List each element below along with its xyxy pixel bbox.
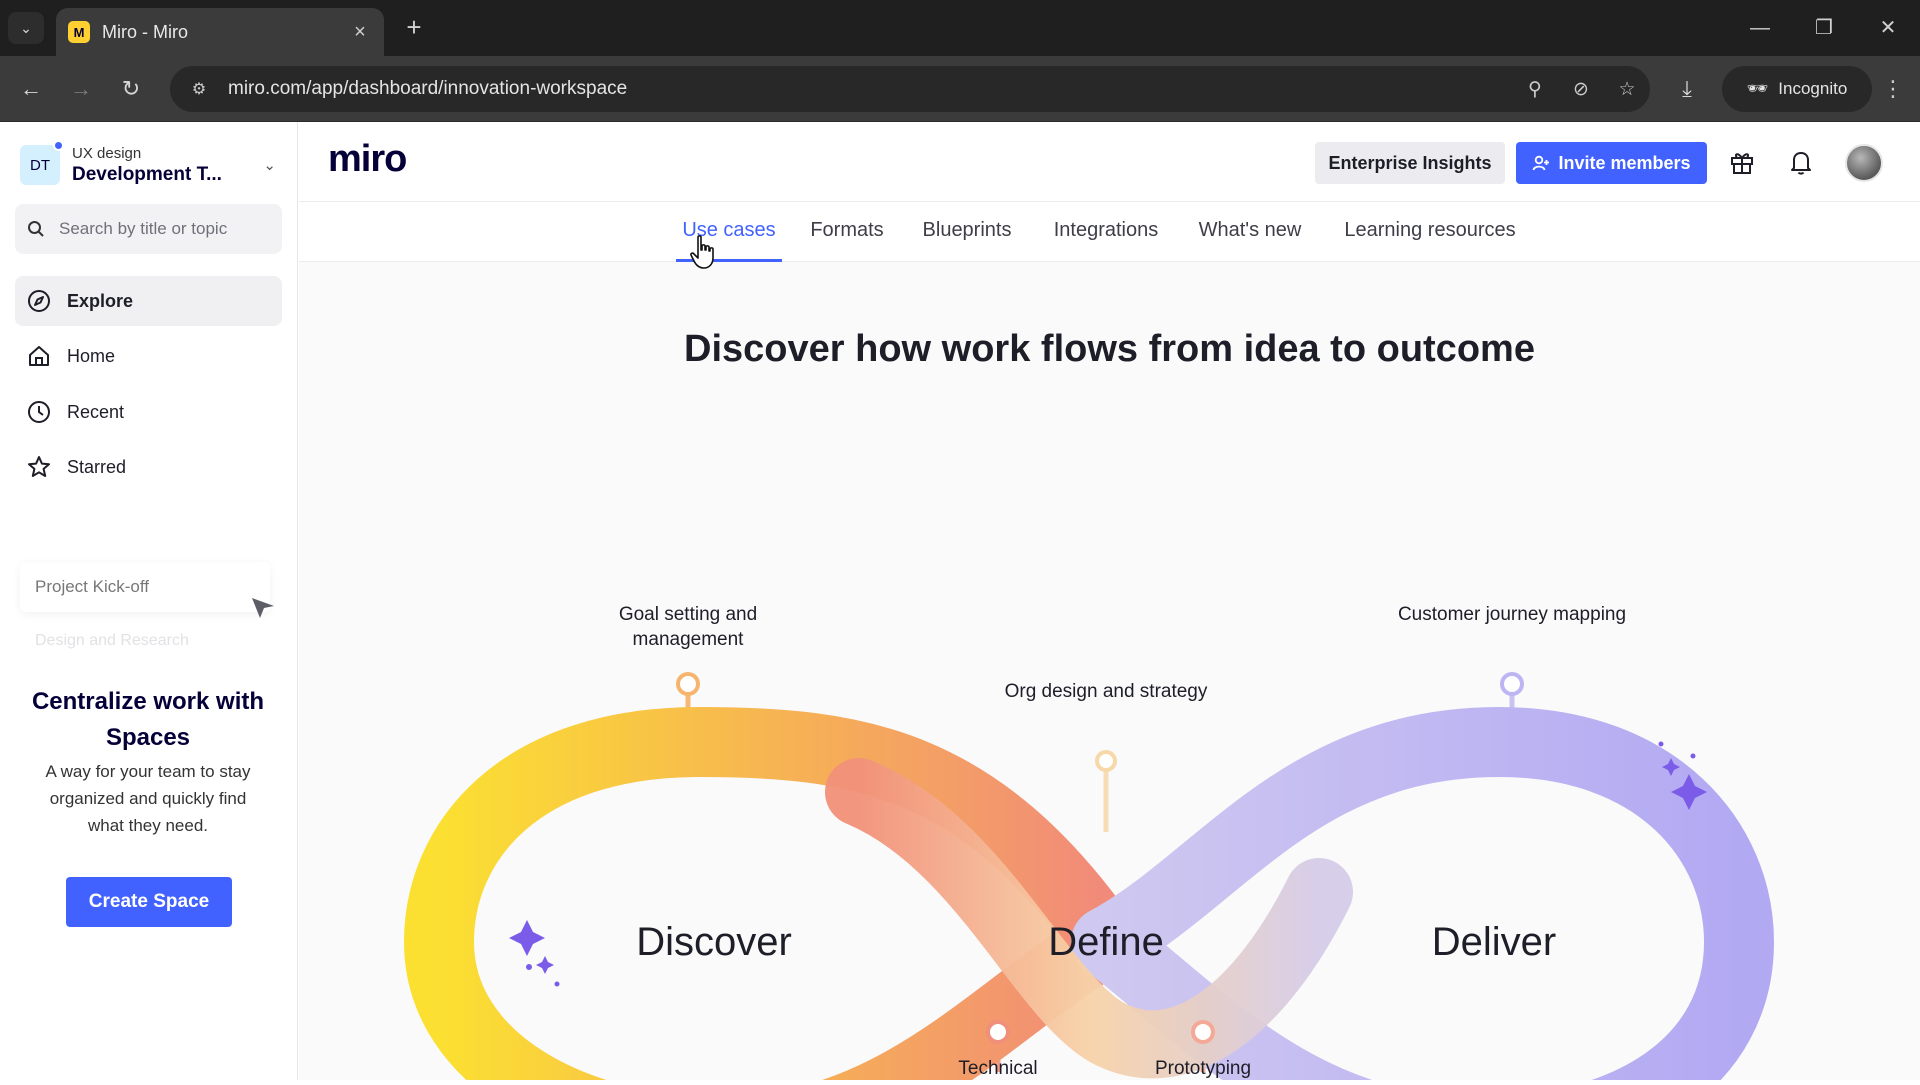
- use-case-prototyping[interactable]: Prototyping: [1133, 1056, 1273, 1081]
- preview-card: Project Kick-off: [20, 562, 270, 612]
- add-user-icon: [1533, 155, 1550, 171]
- cursor-arrow-icon: [252, 598, 274, 618]
- workspace-switcher[interactable]: DT UX design Development T... ⌄: [20, 138, 276, 192]
- use-case-goal-setting[interactable]: Goal setting and management: [578, 602, 798, 652]
- workspace-org: UX design: [72, 144, 142, 162]
- enterprise-insights-button[interactable]: Enterprise Insights: [1315, 142, 1505, 184]
- tab-title: Miro - Miro: [102, 21, 188, 42]
- browser-toolbar: ← → ↻ ⚙ miro.com/app/dashboard/innovatio…: [0, 56, 1920, 122]
- sidebar-item-home[interactable]: Home: [15, 331, 282, 381]
- reload-icon[interactable]: ↻: [114, 72, 148, 106]
- stage-deliver: Deliver: [1431, 920, 1557, 964]
- notification-dot: [53, 140, 64, 151]
- stage-discover: Discover: [636, 920, 792, 964]
- use-case-org-design[interactable]: Org design and strategy: [996, 679, 1216, 704]
- explore-subnav: Use cases Formats Blueprints Integration…: [299, 202, 1920, 262]
- tab-formats[interactable]: Formats: [804, 202, 890, 262]
- infinity-loop-graphic: [403, 672, 1775, 1085]
- tab-blueprints[interactable]: Blueprints: [912, 202, 1022, 262]
- site-settings-icon[interactable]: ⚙: [186, 79, 212, 99]
- bell-icon[interactable]: [1783, 144, 1819, 180]
- hand-pointer-icon: [690, 235, 714, 269]
- sidebar-item-label: Explore: [67, 290, 134, 311]
- download-icon[interactable]: ⤓: [1670, 72, 1704, 106]
- new-tab-plus-icon[interactable]: +: [398, 12, 430, 44]
- compass-icon: [25, 287, 53, 315]
- create-space-button[interactable]: Create Space: [66, 877, 232, 927]
- main-content: miro Enterprise Insights Invite members …: [299, 122, 1920, 1085]
- address-bar[interactable]: ⚙ miro.com/app/dashboard/innovation-work…: [170, 66, 1650, 112]
- workflow-infinity-diagram: Goal setting and management Org design a…: [299, 372, 1920, 1085]
- zoom-icon[interactable]: ⚲: [1512, 78, 1558, 101]
- tab-whats-new[interactable]: What's new: [1190, 202, 1310, 262]
- gift-icon[interactable]: [1724, 144, 1760, 180]
- clock-icon: [25, 398, 53, 426]
- url-text[interactable]: miro.com/app/dashboard/innovation-worksp…: [228, 78, 1512, 100]
- tab-search-button[interactable]: ⌄: [8, 12, 44, 44]
- workspace-avatar: DT: [20, 140, 64, 185]
- sidebar-item-label: Home: [67, 345, 116, 366]
- tab-learning-resources[interactable]: Learning resources: [1332, 202, 1528, 262]
- forward-arrow-icon[interactable]: →: [64, 72, 98, 106]
- tab-close-icon[interactable]: ×: [348, 21, 372, 44]
- invite-members-button[interactable]: Invite members: [1516, 142, 1707, 184]
- sidebar-search-input[interactable]: Search by title or topic: [15, 204, 282, 254]
- user-avatar[interactable]: [1845, 144, 1883, 182]
- tracking-protection-icon[interactable]: ⊘: [1558, 78, 1604, 101]
- sidebar: DT UX design Development T... ⌄ Search b…: [0, 122, 298, 1080]
- restore-icon[interactable]: ❐: [1800, 10, 1848, 46]
- browser-tab-strip: ⌄ M Miro - Miro × + — ❐ ✕: [0, 0, 1920, 56]
- home-icon: [25, 342, 53, 370]
- miro-logo[interactable]: miro: [328, 138, 407, 181]
- close-window-icon[interactable]: ✕: [1864, 10, 1912, 46]
- infinity-band: [403, 706, 1775, 1085]
- sidebar-item-label: Recent: [67, 401, 125, 422]
- page-headline: Discover how work flows from idea to out…: [684, 328, 1535, 370]
- miro-favicon-icon: M: [68, 21, 90, 43]
- sidebar-item-label: Starred: [67, 456, 127, 477]
- sidebar-item-starred[interactable]: Starred: [15, 442, 282, 492]
- search-placeholder: Search by title or topic: [59, 219, 228, 238]
- tab-integrations[interactable]: Integrations: [1044, 202, 1168, 262]
- promo-title: Centralize work with Spaces: [31, 688, 265, 751]
- star-icon: [25, 453, 53, 481]
- sidebar-item-explore[interactable]: Explore: [15, 276, 282, 326]
- incognito-icon: 🕶: [1746, 79, 1769, 98]
- spaces-preview-illustration: Project Kick-off Design and Research: [20, 562, 276, 672]
- chevron-down-icon: ⌄: [20, 19, 32, 36]
- browser-menu-icon[interactable]: ⋮: [1876, 72, 1910, 106]
- workspace-name: Development T...: [72, 163, 222, 185]
- invite-members-label: Invite members: [1558, 152, 1691, 173]
- sidebar-item-recent[interactable]: Recent: [15, 387, 282, 437]
- incognito-label: Incognito: [1778, 79, 1848, 98]
- stage-define: Define: [1048, 920, 1164, 964]
- preview-card-faded: Design and Research: [35, 632, 189, 649]
- incognito-indicator[interactable]: 🕶 Incognito: [1722, 66, 1872, 112]
- workspace-initials: DT: [30, 156, 50, 174]
- use-case-technical[interactable]: Technical: [928, 1056, 1068, 1081]
- promo-description: A way for your team to stay organized an…: [45, 762, 251, 835]
- chevron-down-icon: ⌄: [263, 157, 276, 174]
- bookmark-star-icon[interactable]: ☆: [1604, 78, 1650, 101]
- minimize-icon[interactable]: —: [1736, 10, 1784, 46]
- browser-tab[interactable]: M Miro - Miro ×: [56, 8, 384, 56]
- use-case-customer-journey[interactable]: Customer journey mapping: [1392, 602, 1632, 627]
- top-header: miro Enterprise Insights Invite members: [299, 122, 1920, 202]
- search-icon: [28, 221, 44, 237]
- back-arrow-icon[interactable]: ←: [14, 72, 48, 106]
